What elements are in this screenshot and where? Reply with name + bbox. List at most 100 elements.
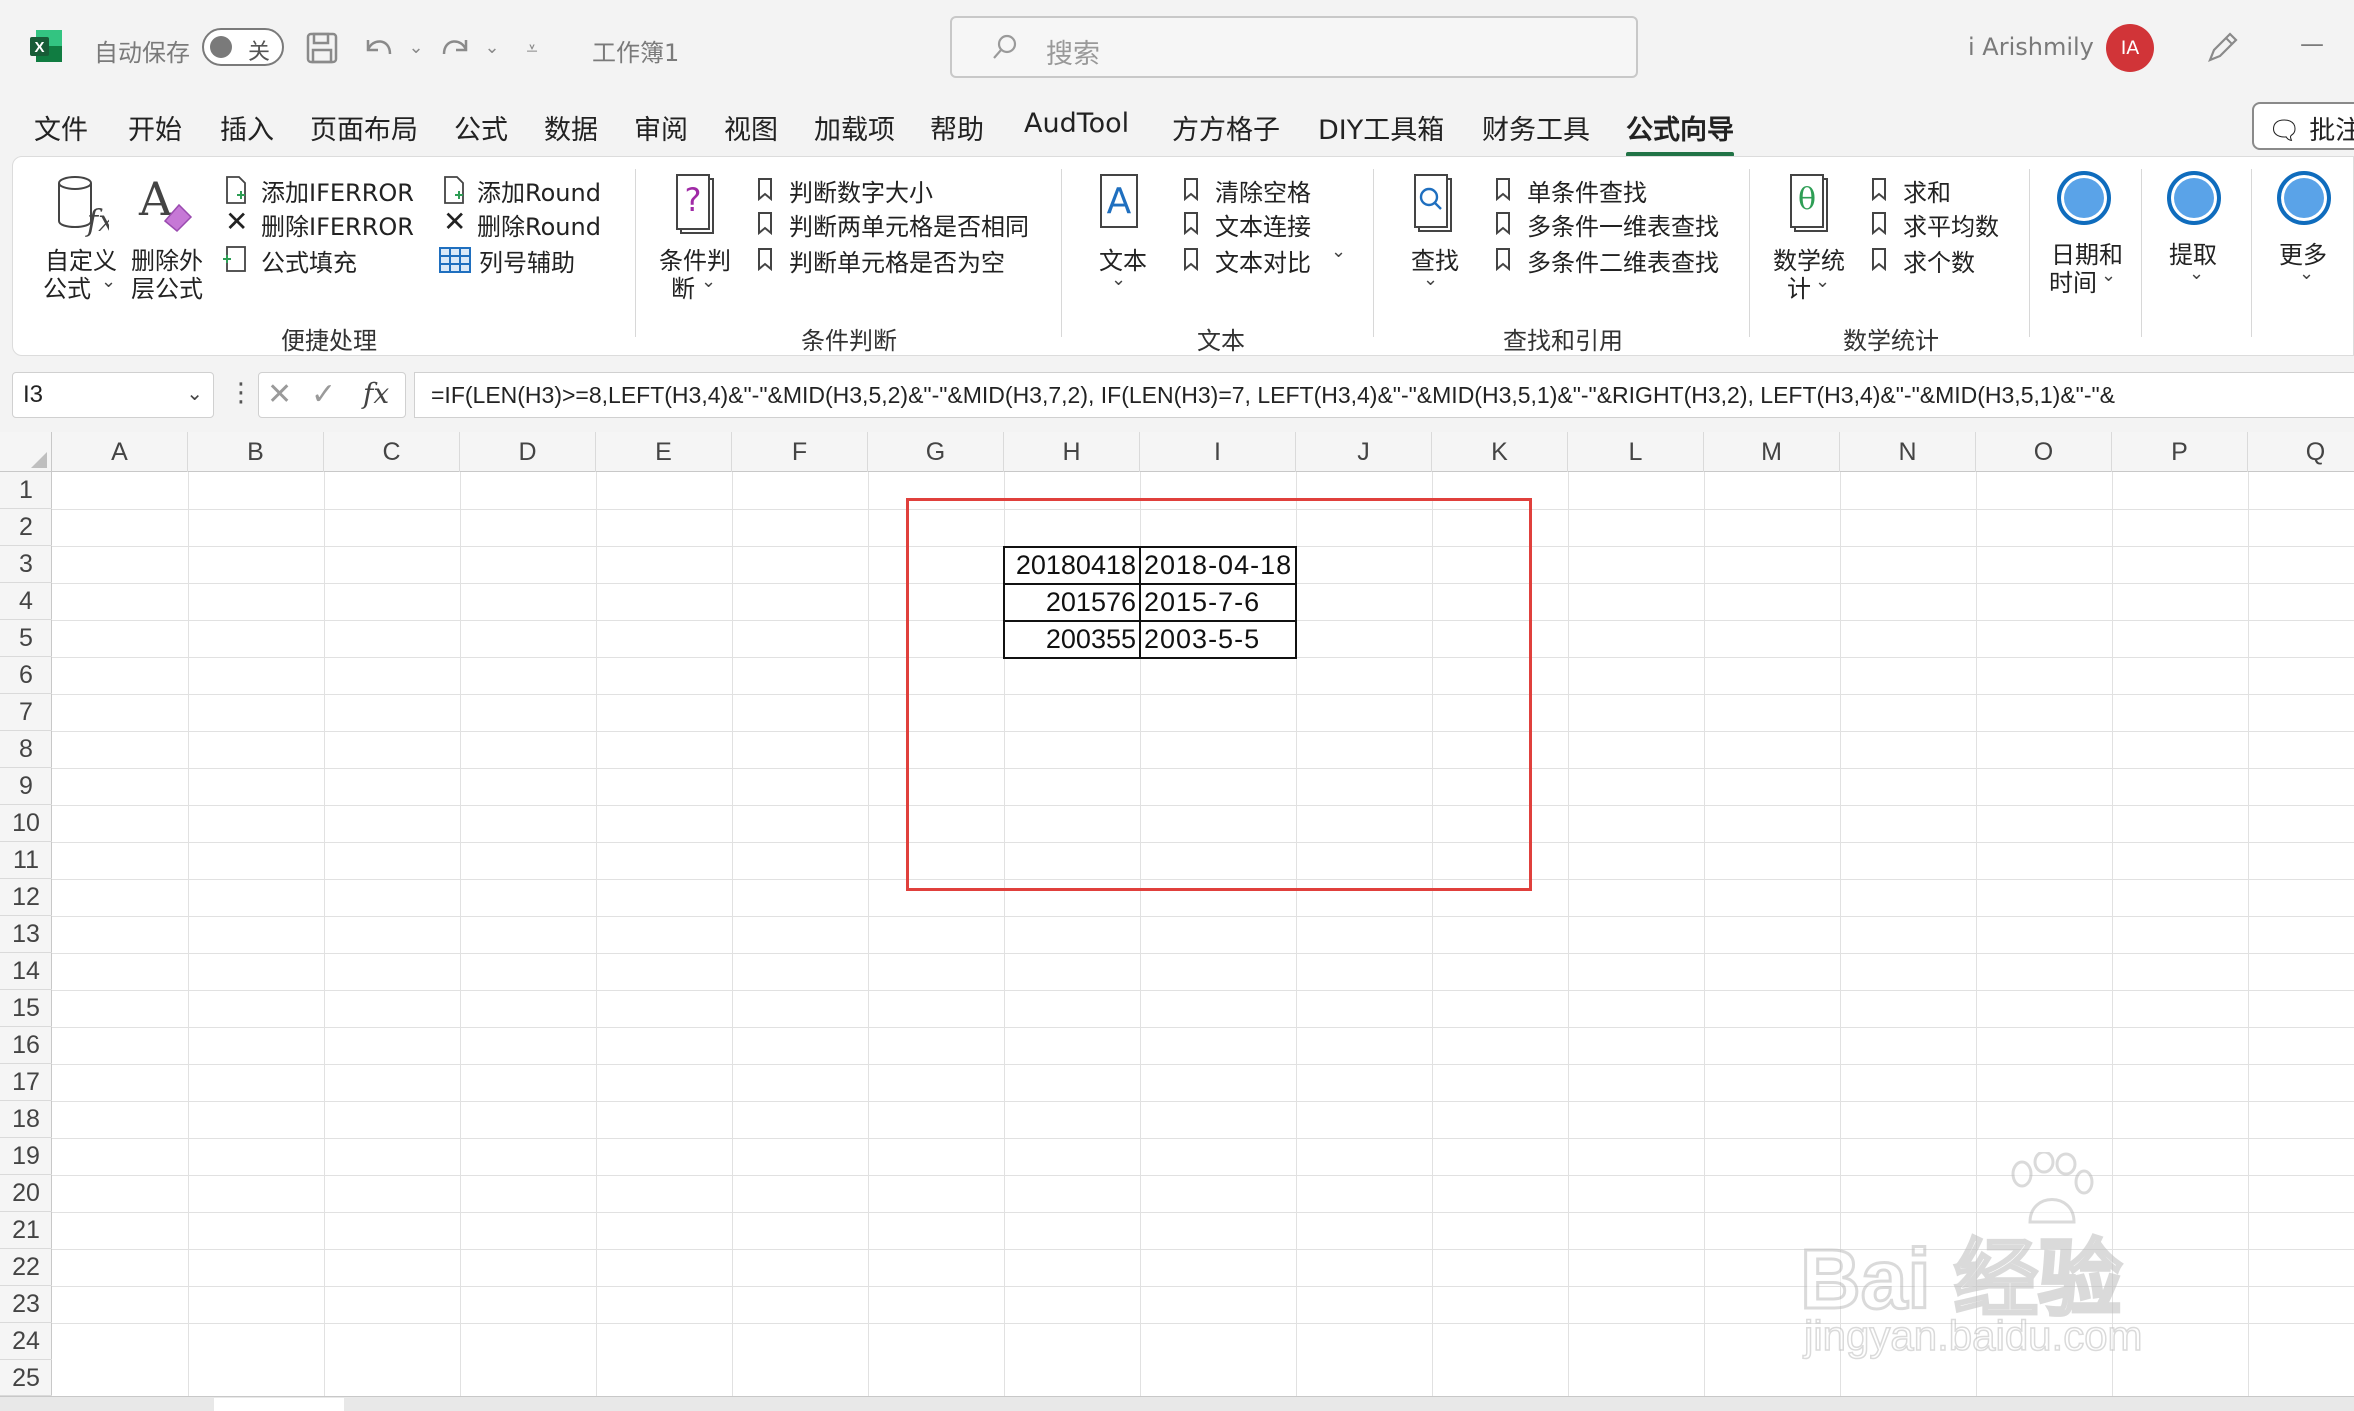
row-header-2[interactable]: 2 xyxy=(0,509,52,546)
add-iferror-button[interactable]: 添加IFERROR xyxy=(261,173,414,208)
math-stats-line2[interactable]: 计 xyxy=(1787,269,1811,304)
undo-dropdown-icon[interactable]: ⌄ xyxy=(396,28,436,68)
select-all-corner[interactable] xyxy=(0,432,52,472)
column-header-b[interactable]: B xyxy=(188,432,324,472)
tab-data[interactable]: 数据 xyxy=(544,108,598,147)
tab-formula-wizard[interactable]: 公式向导 xyxy=(1626,108,1734,157)
sum-button[interactable]: 求和 xyxy=(1903,173,1951,208)
remove-outer-line2[interactable]: 层公式 xyxy=(131,269,203,304)
multi-condition-1d-lookup-button[interactable]: 多条件一维表查找 xyxy=(1527,207,1719,242)
row-header-20[interactable]: 20 xyxy=(0,1175,52,1212)
column-header-q[interactable]: Q xyxy=(2248,432,2354,472)
row-header-10[interactable]: 10 xyxy=(0,805,52,842)
row-header-22[interactable]: 22 xyxy=(0,1249,52,1286)
formula-fill-button[interactable]: 公式填充 xyxy=(261,243,357,278)
tab-review[interactable]: 审阅 xyxy=(634,108,688,147)
single-condition-lookup-button[interactable]: 单条件查找 xyxy=(1527,173,1647,208)
row-header-12[interactable]: 12 xyxy=(0,879,52,916)
date-time-dropdown-icon[interactable]: ⌄ xyxy=(2101,265,2116,286)
row-header-7[interactable]: 7 xyxy=(0,694,52,731)
cancel-icon[interactable]: ✕ xyxy=(267,377,292,412)
condition-judge-line2[interactable]: 断 xyxy=(671,269,695,304)
row-header-18[interactable]: 18 xyxy=(0,1101,52,1138)
row-header-21[interactable]: 21 xyxy=(0,1212,52,1249)
spreadsheet-grid[interactable]: A B C D E F G H I J K L M N O P Q 1 2 3 … xyxy=(0,432,2354,1396)
row-header-25[interactable]: 25 xyxy=(0,1360,52,1396)
delete-iferror-button[interactable]: 删除IFERROR xyxy=(261,207,414,242)
name-box-dropdown-icon[interactable]: ⌄ xyxy=(186,381,203,405)
tab-finance-tools[interactable]: 财务工具 xyxy=(1482,108,1590,147)
text-gallery-expand-icon[interactable]: ⌄ xyxy=(1331,241,1346,262)
column-header-l[interactable]: L xyxy=(1568,432,1704,472)
text-compare-button[interactable]: 文本对比 xyxy=(1215,243,1311,278)
tab-formulas[interactable]: 公式 xyxy=(454,108,508,147)
column-header-g[interactable]: G xyxy=(868,432,1004,472)
row-header-1[interactable]: 1 xyxy=(0,472,52,509)
comment-button[interactable]: 🗨 批注 xyxy=(2252,102,2354,150)
row-header-23[interactable]: 23 xyxy=(0,1286,52,1323)
clear-spaces-button[interactable]: 清除空格 xyxy=(1215,173,1311,208)
condition-judge-line1[interactable]: 条件判 xyxy=(659,241,731,276)
insert-function-icon[interactable]: fx xyxy=(363,377,389,410)
autosave-toggle[interactable]: 关 xyxy=(202,28,284,66)
column-header-m[interactable]: M xyxy=(1704,432,1840,472)
custom-formula-dropdown-icon[interactable]: ⌄ xyxy=(101,271,116,292)
row-header-14[interactable]: 14 xyxy=(0,953,52,990)
row-header-13[interactable]: 13 xyxy=(0,916,52,953)
tab-file[interactable]: 文件 xyxy=(34,108,88,147)
column-header-k[interactable]: K xyxy=(1432,432,1568,472)
search-box[interactable]: 搜索 xyxy=(950,16,1638,78)
tab-help[interactable]: 帮助 xyxy=(930,108,984,147)
column-header-c[interactable]: C xyxy=(324,432,460,472)
tab-page-layout[interactable]: 页面布局 xyxy=(310,108,418,147)
tab-addins[interactable]: 加载项 xyxy=(814,108,895,147)
judge-number-size-button[interactable]: 判断数字大小 xyxy=(789,173,933,208)
judge-cells-equal-button[interactable]: 判断两单元格是否相同 xyxy=(789,207,1029,242)
enter-icon[interactable]: ✓ xyxy=(311,377,336,412)
row-header-17[interactable]: 17 xyxy=(0,1064,52,1101)
text-dropdown-icon[interactable]: ⌄ xyxy=(1111,269,1126,290)
row-header-16[interactable]: 16 xyxy=(0,1027,52,1064)
condition-judge-dropdown-icon[interactable]: ⌄ xyxy=(701,271,716,292)
date-time-line2[interactable]: 时间 xyxy=(2049,263,2097,298)
row-header-4[interactable]: 4 xyxy=(0,583,52,620)
column-helper-button[interactable]: 列号辅助 xyxy=(479,243,575,278)
extract-dropdown-icon[interactable]: ⌄ xyxy=(2189,263,2204,284)
column-header-f[interactable]: F xyxy=(732,432,868,472)
judge-cell-empty-button[interactable]: 判断单元格是否为空 xyxy=(789,243,1005,278)
tab-insert[interactable]: 插入 xyxy=(220,108,274,147)
tab-diy-toolbox[interactable]: DIY工具箱 xyxy=(1318,108,1444,147)
add-round-button[interactable]: 添加Round xyxy=(477,173,601,208)
text-join-button[interactable]: 文本连接 xyxy=(1215,207,1311,242)
row-header-6[interactable]: 6 xyxy=(0,657,52,694)
minimize-button[interactable]: — xyxy=(2300,30,2324,58)
column-header-a[interactable]: A xyxy=(52,432,188,472)
column-header-j[interactable]: J xyxy=(1296,432,1432,472)
redo-icon[interactable] xyxy=(436,28,476,68)
row-header-24[interactable]: 24 xyxy=(0,1323,52,1360)
row-header-15[interactable]: 15 xyxy=(0,990,52,1027)
row-header-8[interactable]: 8 xyxy=(0,731,52,768)
column-header-h[interactable]: H xyxy=(1004,432,1140,472)
sheet-tab[interactable] xyxy=(214,1398,344,1411)
tab-fangfang[interactable]: 方方格子 xyxy=(1172,108,1280,147)
column-header-o[interactable]: O xyxy=(1976,432,2112,472)
tab-home[interactable]: 开始 xyxy=(128,108,182,147)
row-header-9[interactable]: 9 xyxy=(0,768,52,805)
column-header-n[interactable]: N xyxy=(1840,432,1976,472)
column-header-d[interactable]: D xyxy=(460,432,596,472)
pen-icon[interactable] xyxy=(2202,28,2242,68)
undo-icon[interactable] xyxy=(358,28,398,68)
row-header-5[interactable]: 5 xyxy=(0,620,52,657)
row-header-3[interactable]: 3 xyxy=(0,546,52,583)
column-header-i[interactable]: I xyxy=(1140,432,1296,472)
math-stats-dropdown-icon[interactable]: ⌄ xyxy=(1815,271,1830,292)
delete-round-button[interactable]: 删除Round xyxy=(477,207,601,242)
avatar[interactable]: IA xyxy=(2106,24,2154,72)
redo-dropdown-icon[interactable]: ⌄ xyxy=(472,28,512,68)
row-header-11[interactable]: 11 xyxy=(0,842,52,879)
count-button[interactable]: 求个数 xyxy=(1903,243,1975,278)
more-options-icon[interactable]: ⋮ xyxy=(228,378,254,408)
column-header-e[interactable]: E xyxy=(596,432,732,472)
average-button[interactable]: 求平均数 xyxy=(1903,207,1999,242)
